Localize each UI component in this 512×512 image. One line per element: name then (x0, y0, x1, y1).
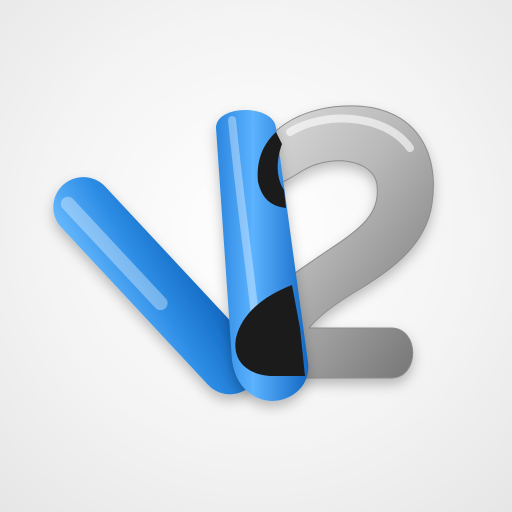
v2-logo-icon (53, 105, 434, 401)
app-icon-background (0, 0, 512, 512)
